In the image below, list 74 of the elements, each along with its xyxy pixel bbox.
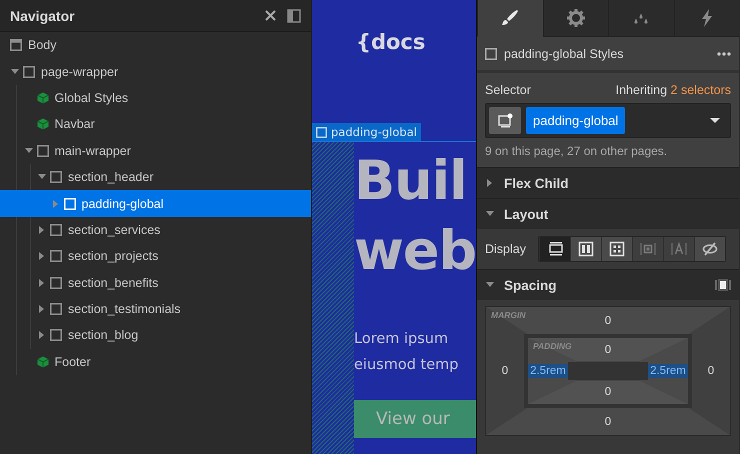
none-display-icon — [702, 241, 718, 257]
flex-display-icon — [578, 241, 594, 257]
spacing-value[interactable]: 0 — [502, 365, 508, 377]
inline-block-display-icon — [640, 241, 656, 257]
tree-item[interactable]: padding-global — [0, 190, 311, 217]
grid-display-icon — [609, 241, 625, 257]
usage-text: 9 on this page, 27 on other pages. — [485, 144, 668, 158]
padding-label: PADDING — [533, 341, 572, 351]
display-option[interactable] — [539, 237, 570, 261]
spacing-value[interactable]: 0 — [708, 365, 714, 377]
logo-text: {docs — [356, 30, 426, 56]
display-option[interactable] — [570, 237, 601, 261]
paragraph-line: eiusmod temp — [354, 356, 460, 375]
cube-icon — [36, 118, 48, 130]
tree-item[interactable]: page-wrapper — [0, 58, 311, 85]
spacing-value[interactable]: 0 — [604, 386, 612, 398]
square-icon — [64, 198, 76, 210]
tree-item[interactable]: section_services — [0, 216, 311, 244]
square-icon — [50, 276, 62, 289]
cube-icon — [36, 92, 48, 104]
spacing-icon[interactable] — [715, 278, 731, 292]
tree-item[interactable]: section_testimonials — [0, 296, 311, 322]
paragraph-line: Lorem ipsum — [354, 330, 450, 349]
tree-item[interactable]: Global Styles — [0, 84, 311, 112]
heading-line: web — [354, 218, 476, 284]
element-icon — [498, 113, 512, 128]
tree-item[interactable]: main-wrapper — [0, 138, 311, 164]
display-option[interactable] — [694, 237, 725, 261]
selection-label: padding-global — [312, 123, 421, 141]
panel-tab[interactable] — [477, 0, 542, 37]
cube-icon — [36, 356, 48, 368]
styles-title: padding-global Styles — [504, 46, 625, 60]
square-icon — [50, 250, 62, 262]
caret-down-icon[interactable] — [709, 117, 721, 124]
block-display-icon — [547, 241, 563, 257]
tree-item[interactable]: section_projects — [0, 243, 311, 270]
inheriting-link[interactable]: 2 selectors — [670, 83, 731, 97]
panel-toggle-icon[interactable] — [287, 8, 301, 22]
tree-item[interactable]: Navbar — [0, 111, 311, 138]
square-icon — [50, 329, 62, 342]
spacing-value[interactable]: 0 — [604, 314, 612, 326]
tree-item[interactable]: Footer — [0, 348, 311, 376]
tree-item[interactable]: section_benefits — [0, 270, 311, 296]
drops-icon — [633, 12, 650, 24]
settings-icon — [564, 7, 587, 29]
selector-label: Selector — [485, 83, 531, 97]
inline-display-icon — [671, 241, 687, 257]
selector-type-button[interactable] — [489, 107, 521, 134]
display-label: Display — [485, 242, 526, 256]
square-icon — [316, 126, 327, 138]
spacing-value[interactable]: 0 — [604, 416, 612, 428]
margin-label: MARGIN — [491, 310, 526, 320]
page-icon — [10, 39, 22, 52]
panel-tab[interactable] — [542, 0, 608, 37]
square-icon — [50, 224, 62, 236]
square-icon — [50, 171, 62, 184]
selector-tag[interactable]: padding-global — [526, 107, 626, 134]
inheriting-label: Inheriting — [616, 83, 668, 97]
close-icon[interactable] — [264, 9, 277, 22]
heading-line: Buil — [354, 148, 468, 214]
spacing-value[interactable]: 2.5rem — [528, 364, 568, 378]
square-icon — [485, 48, 497, 60]
tree-item[interactable]: section_blog — [0, 322, 311, 349]
panel-title: Navigator — [10, 8, 76, 24]
square-icon — [50, 303, 62, 316]
spacing-value[interactable]: 2.5rem — [648, 364, 688, 378]
display-option[interactable] — [601, 237, 632, 261]
selector-field[interactable]: padding-global — [485, 103, 731, 138]
square-icon — [36, 144, 48, 157]
tree-item[interactable]: section_header — [0, 164, 311, 190]
spacing-value[interactable]: 0 — [604, 344, 612, 356]
tree-item[interactable]: Body — [0, 32, 311, 58]
square-icon — [23, 66, 35, 78]
more-icon[interactable] — [717, 52, 731, 56]
